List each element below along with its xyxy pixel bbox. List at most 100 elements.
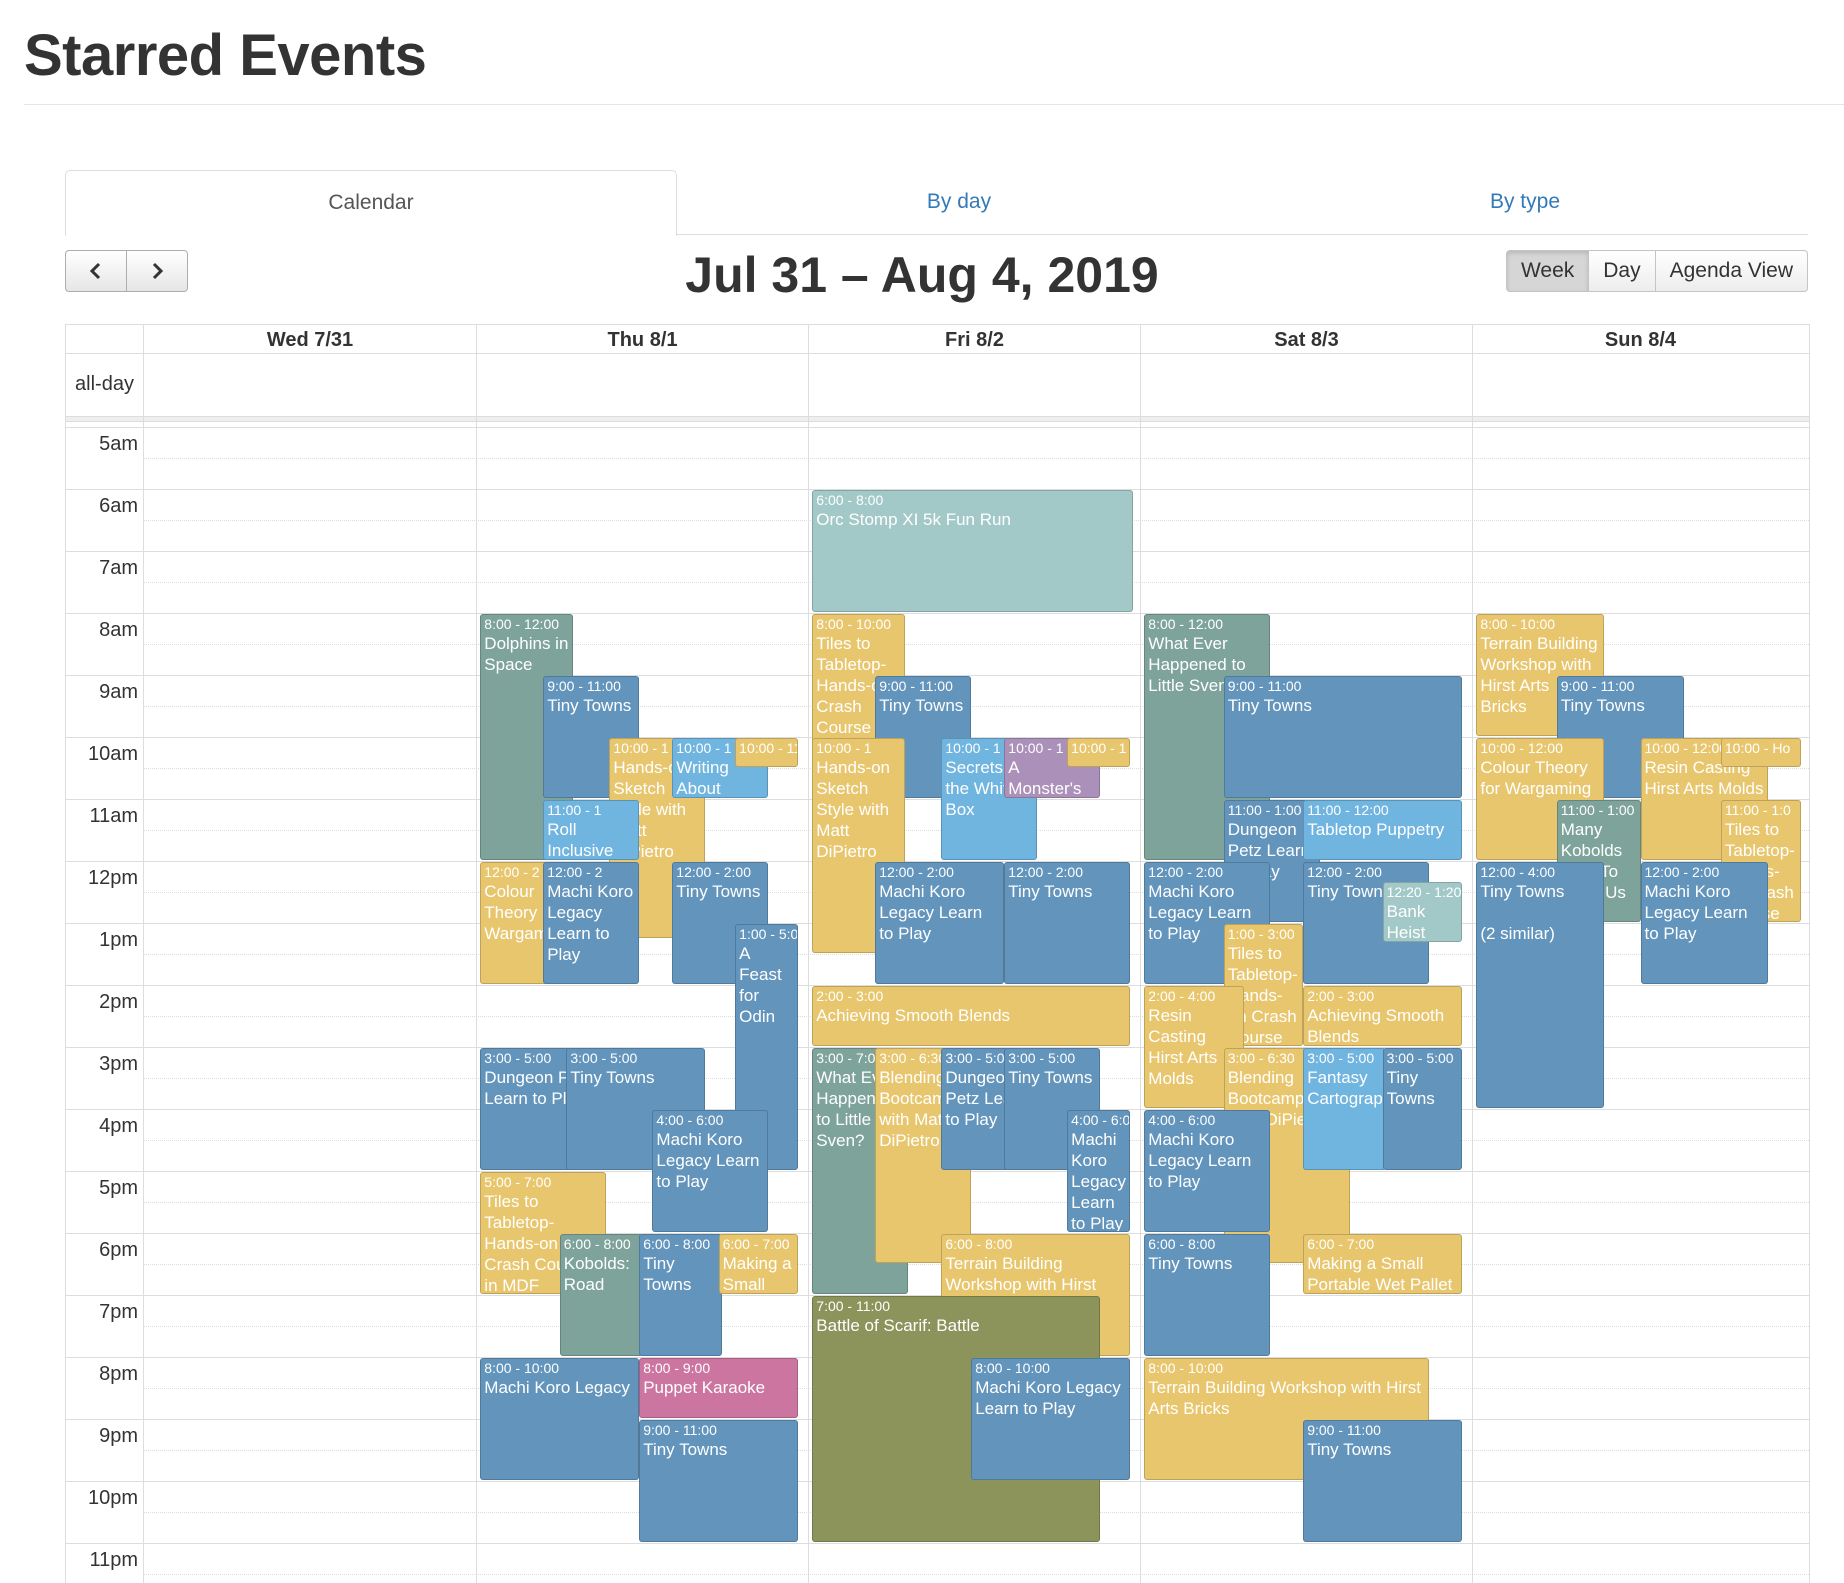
week-calendar: Wed 7/31 Thu 8/1 Fri 8/2 Sat 8/3 Sun 8/4… — [65, 324, 1810, 1583]
tab-by-type[interactable]: By type — [1242, 170, 1808, 234]
calendar-event[interactable]: 12:00 - 2:00 Machi Koro Legacy Learn to P… — [1640, 862, 1768, 984]
calendar-event[interactable]: 3:00 - 5:00 Fantasy Cartography — [1303, 1048, 1386, 1170]
event-title: Making a Small — [722, 1254, 792, 1294]
calendar-event[interactable]: 11:00 - 1 Roll Inclusive — [543, 800, 640, 860]
view-switcher: Week Day Agenda View — [1505, 250, 1808, 292]
agenda-view-button[interactable]: Agenda View — [1655, 250, 1808, 292]
time-label: 5am — [99, 433, 138, 455]
time-label: 7am — [99, 557, 138, 579]
time-label: 9am — [99, 681, 138, 703]
event-time: 12:00 - 2:00 — [1148, 864, 1224, 880]
event-time: 1:00 - 3:00 — [1227, 926, 1295, 942]
event-time: 12:00 - 2:00 — [676, 864, 752, 880]
calendar-event[interactable]: 6:00 - 8:00 Tiny Towns — [639, 1234, 722, 1356]
event-time: 10:00 - 11 — [739, 740, 799, 756]
event-time: 6:00 - 8:00 — [643, 1236, 711, 1252]
calendar-event[interactable]: 4:00 - 6:00 Machi Koro Legacy Learn to Pl… — [652, 1110, 769, 1232]
event-time: 8:00 - 12:00 — [484, 616, 560, 632]
time-label: 2pm — [99, 991, 138, 1013]
calendar-event[interactable]: 12:00 - 2 Machi Koro Legacy Learn to Play — [543, 862, 640, 984]
calendar-event[interactable]: 8:00 - 10:00 Machi Koro Legacy Learn to P… — [971, 1358, 1131, 1480]
calendar-event[interactable]: 6:00 - 7:00 Making a Small Portable Wet P… — [1303, 1234, 1463, 1294]
event-title: Machi Koro Legacy Learn to Play — [547, 882, 634, 964]
event-title: Bank Heist — [1386, 902, 1426, 943]
calendar-event[interactable]: 12:00 - 4:00 Tiny Towns (2 similar) — [1476, 862, 1604, 1108]
event-time: 12:00 - 2:00 — [1307, 864, 1382, 880]
event-time: 8:00 - 10:00 — [1480, 616, 1556, 632]
calendar-event[interactable]: 12:20 - 1:20 Bank Heist — [1382, 882, 1463, 943]
event-title: Orc Stomp XI 5k Fun Run — [816, 510, 1011, 529]
calendar-event[interactable]: 6:00 - 8:00 Tiny Towns — [1144, 1234, 1271, 1356]
event-time: 3:00 - 5:00 — [1386, 1050, 1454, 1066]
event-title: Kobolds: Road — [563, 1254, 630, 1294]
event-time: 9:00 - 11:00 — [1227, 678, 1302, 694]
event-time: 9:00 - 11:00 — [643, 1422, 717, 1438]
calendar-event[interactable]: 12:00 - 2:00 Tiny Towns — [1004, 862, 1131, 984]
event-title: Machi Koro Legacy Learn to Play — [1644, 882, 1748, 943]
event-time: 4:00 - 6:00 — [656, 1112, 724, 1128]
calendar-event[interactable]: 9:00 - 11:00 Tiny Towns — [1223, 676, 1463, 798]
event-time: 3:00 - 5:00 — [1008, 1050, 1076, 1066]
event-time: 6:00 - 7:00 — [1307, 1236, 1375, 1252]
tab-by-day[interactable]: By day — [676, 170, 1242, 234]
event-time: 8:00 - 12:00 — [1148, 616, 1224, 632]
time-label: 7pm — [99, 1301, 138, 1323]
calendar-event[interactable]: 12:00 - 2:00 Machi Koro Legacy Learn to P… — [875, 862, 1005, 984]
event-title: Machi Koro Legacy Learn to Play — [1148, 1130, 1252, 1191]
event-time: 4:00 - 6:00 — [1148, 1112, 1216, 1128]
calendar-event[interactable]: 8:00 - 9:00 Puppet Karaoke — [639, 1358, 799, 1418]
calendar-event[interactable]: 10:00 - 1 — [1067, 738, 1131, 767]
event-time: 8:00 - 9:00 — [643, 1360, 711, 1376]
corner-cell — [66, 325, 144, 353]
calendar-event[interactable]: 4:00 - 6:00 Machi Koro Legacy Learn to Pl… — [1067, 1110, 1131, 1232]
event-title: Tiny Towns (2 similar) — [1480, 882, 1565, 943]
tab-calendar[interactable]: Calendar — [65, 170, 677, 236]
event-title: Machi Koro Legacy Learn to Play — [975, 1378, 1121, 1418]
event-title: Machi Koro Legacy Learn to Play — [879, 882, 983, 943]
calendar-event[interactable]: 6:00 - 8:00 Orc Stomp XI 5k Fun Run — [812, 490, 1134, 612]
event-time: 1:00 - 5:00 — [739, 926, 799, 942]
event-time: 9:00 - 11:00 — [1307, 1422, 1381, 1438]
day-header-sun: Sun 8/4 — [1604, 329, 1677, 351]
event-title: A Feast for Odin — [739, 944, 782, 1026]
event-time: 12:00 - 2:00 — [1008, 864, 1084, 880]
calendar-event[interactable]: 6:00 - 7:00 Making a Small — [718, 1234, 799, 1294]
time-label: 3pm — [99, 1053, 138, 1075]
event-title: Tiny Towns — [643, 1254, 692, 1294]
event-time: 12:20 - 1:20 — [1386, 884, 1462, 901]
event-title: Machi Koro Legacy Learn to Play — [656, 1130, 760, 1191]
event-time: 7:00 - 11:00 — [816, 1298, 890, 1314]
event-time: 6:00 - 8:00 — [816, 492, 884, 508]
event-title: Tabletop Puppetry — [1307, 820, 1445, 839]
event-time: 4:00 - 6:00 — [1071, 1112, 1131, 1128]
event-title: Achieving Smooth Blends — [1307, 1006, 1445, 1046]
calendar-event[interactable]: 2:00 - 3:00 Achieving Smooth Blends — [812, 986, 1131, 1046]
all-day-label: all-day — [66, 354, 144, 416]
day-view-button[interactable]: Day — [1589, 250, 1656, 292]
calendar-event[interactable]: 3:00 - 5:00 Tiny Towns — [1382, 1048, 1463, 1170]
event-time: 8:00 - 10:00 — [816, 616, 892, 632]
event-title: Tiny Towns — [1008, 1068, 1093, 1087]
time-label: 10am — [87, 743, 138, 765]
calendar-event[interactable]: 4:00 - 6:00 Machi Koro Legacy Learn to Pl… — [1144, 1110, 1271, 1232]
calendar-event[interactable]: 10:00 - Ho — [1720, 738, 1802, 767]
calendar-event[interactable]: 6:00 - 8:00 Kobolds: Road — [559, 1234, 643, 1356]
calendar-event[interactable]: 8:00 - 10:00 Machi Koro Legacy — [480, 1358, 640, 1480]
calendar-event[interactable]: 10:00 - 11 — [735, 738, 799, 767]
event-time: 11:00 - 1:0 — [1724, 802, 1791, 818]
calendar-event[interactable]: 11:00 - 12:00 Tabletop Puppetry — [1303, 800, 1463, 860]
event-time: 11:00 - 1 — [547, 802, 602, 818]
calendar-event[interactable]: 9:00 - 11:00 Tiny Towns — [639, 1420, 799, 1542]
event-title: Machi Koro Legacy — [484, 1378, 630, 1397]
event-time: 10:00 - 1 — [816, 740, 872, 756]
day-header-fri: Fri 8/2 — [809, 325, 1141, 353]
event-title: Making a Small Portable Wet Pallet — [1307, 1254, 1453, 1294]
calendar-event[interactable]: 9:00 - 11:00 Tiny Towns — [1303, 1420, 1463, 1542]
event-title: Tiny Towns — [643, 1440, 728, 1459]
event-title: Tiny Towns — [1307, 1440, 1392, 1459]
event-time: 12:00 - 2:00 — [879, 864, 954, 880]
event-time: 10:00 - 1 — [1071, 740, 1127, 756]
week-view-button[interactable]: Week — [1505, 250, 1590, 292]
calendar-event[interactable]: 2:00 - 3:00 Achieving Smooth Blends — [1303, 986, 1463, 1046]
hour-line — [66, 427, 1809, 428]
